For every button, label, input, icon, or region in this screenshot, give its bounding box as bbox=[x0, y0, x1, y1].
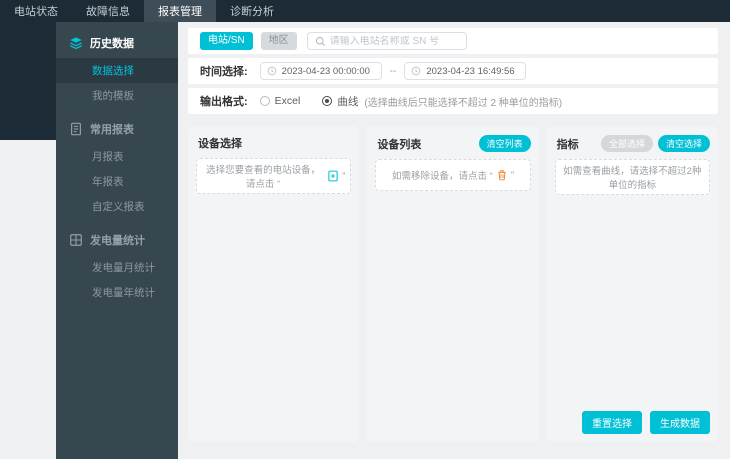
dropzone-text: ” bbox=[342, 170, 346, 182]
clear-list-button[interactable]: 清空列表 bbox=[478, 135, 531, 152]
dropzone-text: 如需查看曲线，请选择不超过2种单位的指标 bbox=[563, 166, 702, 191]
time-row: 时间选择: -- bbox=[188, 58, 718, 84]
device-select-panel: 设备选择 选择您要查看的电站设备，请点击 “ ” bbox=[188, 126, 360, 442]
end-time-input[interactable] bbox=[426, 65, 520, 77]
time-select-label: 时间选择: bbox=[200, 66, 248, 78]
time-range-separator: -- bbox=[389, 65, 397, 77]
output-format-label: 输出格式: bbox=[200, 96, 248, 108]
device-select-title: 设备选择 bbox=[198, 138, 242, 150]
generate-data-button[interactable]: 生成数据 bbox=[649, 411, 710, 434]
trash-icon bbox=[496, 169, 508, 181]
sidebar-item-data-selection[interactable]: 数据选择 bbox=[56, 58, 178, 83]
nav-item-report-management[interactable]: 报表管理 bbox=[144, 0, 216, 22]
start-time-input[interactable] bbox=[281, 65, 375, 77]
sidebar-item-yearly-report[interactable]: 年报表 bbox=[56, 169, 178, 194]
device-list-title: 设备列表 bbox=[377, 138, 422, 151]
search-icon bbox=[315, 36, 326, 47]
search-input[interactable] bbox=[329, 35, 459, 47]
layers-icon bbox=[69, 36, 83, 50]
radio-icon[interactable] bbox=[259, 96, 270, 106]
radio-curve[interactable]: 曲线 bbox=[322, 94, 358, 109]
radio-curve-label: 曲线 bbox=[337, 95, 359, 108]
panel-actions: 重置选择 生成数据 bbox=[581, 411, 710, 434]
dropzone-text: 如需移除设备，请点击 “ bbox=[392, 171, 493, 182]
indicators-dropzone[interactable]: 如需查看曲线，请选择不超过2种单位的指标 bbox=[554, 159, 710, 195]
device-select-header: 设备选择 bbox=[188, 126, 359, 158]
station-search-box bbox=[306, 32, 467, 50]
nav-item-diagnosis[interactable]: 诊断分析 bbox=[216, 0, 288, 22]
radio-selected-icon[interactable] bbox=[322, 96, 333, 106]
nav-item-fault-info[interactable]: 故障信息 bbox=[72, 0, 144, 22]
device-list-dropzone[interactable]: 如需移除设备，请点击 “ ” bbox=[375, 159, 531, 191]
start-time-field[interactable] bbox=[259, 62, 382, 80]
clock-icon bbox=[411, 66, 421, 76]
sidebar-item-monthly-report[interactable]: 月报表 bbox=[56, 144, 178, 169]
end-time-field[interactable] bbox=[404, 62, 527, 80]
sidebar-group-label: 常用报表 bbox=[90, 124, 134, 136]
report-icon bbox=[69, 122, 83, 136]
device-list-header: 设备列表 清空列表 bbox=[367, 126, 538, 159]
device-select-dropzone[interactable]: 选择您要查看的电站设备，请点击 “ ” bbox=[196, 158, 352, 194]
radio-excel[interactable]: Excel bbox=[259, 95, 301, 107]
indicators-panel: 指标 全部选择 清空选择 如需查看曲线，请选择不超过2种单位的指标 重置选择 生… bbox=[546, 126, 718, 442]
reset-selection-button[interactable]: 重置选择 bbox=[581, 411, 642, 434]
select-all-button[interactable]: 全部选择 bbox=[600, 135, 653, 152]
sidebar-group-power-statistics[interactable]: 发电量统计 bbox=[56, 219, 178, 255]
filter-row: 电站/SN 地区 bbox=[188, 28, 718, 54]
top-nav: 电站状态 故障信息 报表管理 诊断分析 bbox=[0, 0, 730, 22]
tab-station-sn[interactable]: 电站/SN bbox=[200, 32, 253, 50]
add-document-icon bbox=[327, 170, 339, 182]
sidebar-item-my-templates[interactable]: 我的模板 bbox=[56, 83, 178, 108]
grid-icon bbox=[69, 233, 83, 247]
sidebar-group-label: 历史数据 bbox=[90, 38, 134, 50]
sidebar: 历史数据 数据选择 我的模板 常用报表 月报表 年报表 自定义报表 发电量统计 … bbox=[56, 22, 178, 459]
sidebar-item-custom-report[interactable]: 自定义报表 bbox=[56, 194, 178, 219]
sidebar-item-power-yearly[interactable]: 发电量年统计 bbox=[56, 280, 178, 305]
left-nav-strip bbox=[0, 22, 56, 140]
selection-panels: 设备选择 选择您要查看的电站设备，请点击 “ ” 设备列表 清空列表 如需移除设… bbox=[188, 126, 718, 442]
sidebar-group-label: 发电量统计 bbox=[90, 235, 145, 247]
radio-excel-label: Excel bbox=[274, 95, 301, 107]
sidebar-item-power-monthly[interactable]: 发电量月统计 bbox=[56, 255, 178, 280]
format-hint-text: (选择曲线后只能选择不超过 2 种单位的指标) bbox=[364, 97, 563, 109]
sidebar-group-history-data[interactable]: 历史数据 bbox=[56, 22, 178, 58]
main-content: 电站/SN 地区 时间选择: -- 输出格式: Ex bbox=[178, 22, 730, 459]
sidebar-group-common-reports[interactable]: 常用报表 bbox=[56, 108, 178, 144]
indicators-header: 指标 全部选择 清空选择 bbox=[547, 126, 718, 159]
clear-selection-button[interactable]: 清空选择 bbox=[657, 135, 710, 152]
indicators-title: 指标 bbox=[556, 138, 579, 151]
device-list-panel: 设备列表 清空列表 如需移除设备，请点击 “ ” bbox=[367, 126, 539, 442]
nav-item-station-status[interactable]: 电站状态 bbox=[0, 0, 72, 22]
format-row: 输出格式: Excel 曲线 (选择曲线后只能选择不超过 2 种单位的指标) bbox=[188, 88, 718, 114]
clock-icon bbox=[267, 66, 277, 76]
tab-region[interactable]: 地区 bbox=[260, 32, 297, 50]
dropzone-text: ” bbox=[510, 169, 514, 181]
dropzone-text: 选择您要查看的电站设备，请点击 “ bbox=[206, 165, 321, 190]
